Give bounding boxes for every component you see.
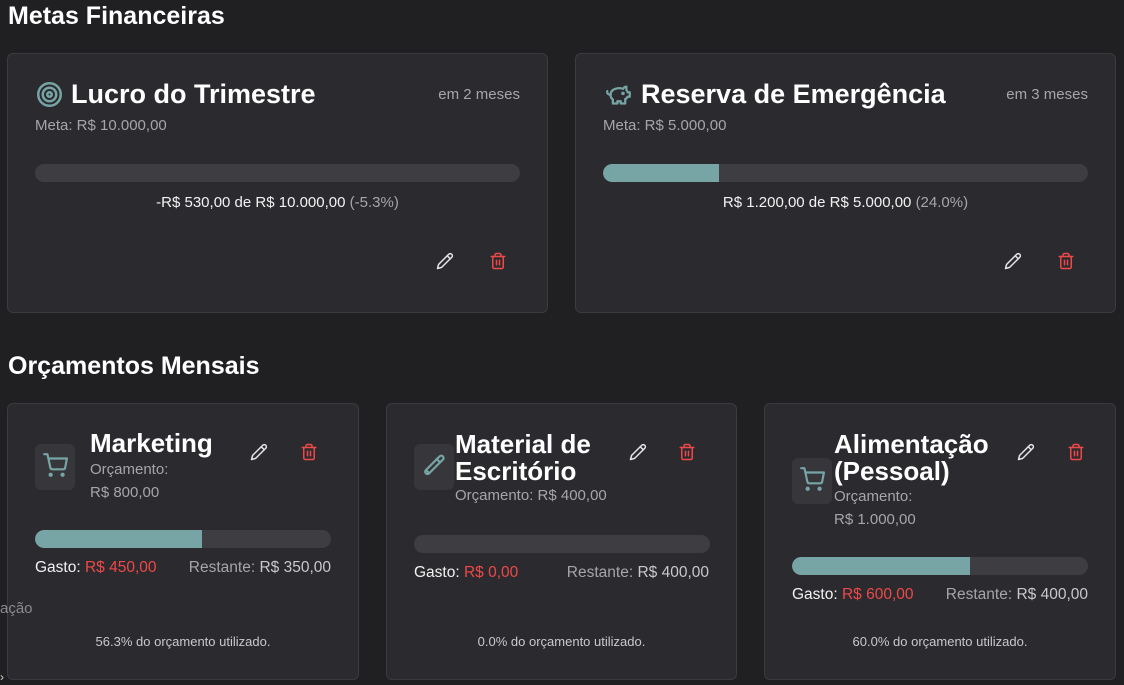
goals-section-title: Metas Financeiras	[8, 2, 225, 30]
edit-budget-button[interactable]	[247, 442, 271, 466]
goal-card-reserva: Reserva de Emergência em 3 meses Meta: R…	[575, 53, 1116, 313]
edit-goal-button[interactable]	[1001, 251, 1025, 275]
budget-amount: Orçamento: R$ 1.000,00	[834, 485, 916, 531]
budget-title: Marketing	[90, 430, 213, 457]
budget-title: Alimentação (Pessoal)	[834, 431, 989, 485]
budget-title-line: (Pessoal)	[834, 456, 950, 486]
goal-current-amount: -R$ 530,00 de R$ 10.000,00	[156, 194, 346, 211]
budget-amount-line: Orçamento:	[90, 461, 169, 478]
goal-due: em 2 meses	[438, 86, 520, 103]
budget-icon	[414, 444, 454, 490]
piggy-bank-icon	[604, 81, 633, 108]
goal-progress-bar	[35, 164, 520, 182]
goal-target: Meta: R$ 10.000,00	[35, 117, 167, 134]
pencil-icon	[436, 252, 454, 275]
budget-amount-line: Orçamento: R$ 400,00	[455, 487, 607, 504]
goal-due: em 3 meses	[1006, 86, 1088, 103]
budget-icon	[792, 458, 832, 504]
trash-icon	[489, 252, 507, 275]
budget-card-marketing: Marketing Orçamento: R$ 800,00 Gasto: R$…	[7, 403, 359, 680]
goal-title-row: Reserva de Emergência	[604, 79, 946, 110]
trash-icon	[678, 443, 696, 466]
budget-remaining: Restante: R$ 400,00	[567, 564, 709, 582]
spent-value: R$ 450,00	[84, 559, 157, 576]
trash-icon	[1057, 252, 1075, 275]
delete-budget-button[interactable]	[297, 442, 321, 466]
budget-title-line: Alimentação	[834, 429, 989, 459]
budget-amount-line: Orçamento:	[834, 488, 913, 505]
pencil-icon	[250, 443, 268, 466]
budget-card-material: Material de Escritório Orçamento: R$ 400…	[386, 403, 737, 680]
budget-title-line: Escritório	[455, 456, 577, 486]
budget-card-alimentacao: Alimentação (Pessoal) Orçamento: R$ 1.00…	[764, 403, 1116, 680]
budget-progress-fill	[792, 557, 970, 575]
spent-label: Gasto:	[414, 564, 460, 581]
remaining-value: R$ 400,00	[637, 564, 709, 581]
budgets-section-title: Orçamentos Mensais	[8, 352, 260, 380]
paintbrush-icon	[421, 452, 447, 483]
budget-icon	[35, 444, 75, 490]
remaining-label: Restante:	[945, 586, 1013, 603]
goal-current-amount: R$ 1.200,00 de R$ 5.000,00	[722, 194, 912, 211]
delete-budget-button[interactable]	[675, 442, 699, 466]
shopping-cart-icon	[799, 466, 825, 497]
delete-goal-button[interactable]	[486, 251, 510, 275]
trash-icon	[300, 443, 318, 466]
budget-remaining: Restante: R$ 400,00	[946, 586, 1088, 604]
goal-card-lucro: Lucro do Trimestre em 2 meses Meta: R$ 1…	[7, 53, 548, 313]
remaining-label: Restante:	[188, 559, 256, 576]
budget-title-line: Material de	[455, 429, 591, 459]
cursor-glyph: ›	[0, 670, 4, 684]
trash-icon	[1067, 443, 1085, 466]
goal-title: Lucro do Trimestre	[71, 79, 316, 109]
budget-spent: Gasto: R$ 450,00	[35, 559, 157, 577]
budget-used-note: 60.0% do orçamento utilizado.	[852, 634, 1028, 649]
goal-title-row: Lucro do Trimestre	[36, 79, 316, 110]
pencil-icon	[1017, 443, 1035, 466]
budget-progress-fill	[35, 530, 202, 548]
delete-goal-button[interactable]	[1054, 251, 1078, 275]
edit-goal-button[interactable]	[433, 251, 457, 275]
spent-value: R$ 600,00	[841, 586, 914, 603]
remaining-value: R$ 400,00	[1016, 586, 1088, 603]
goal-target: Meta: R$ 5.000,00	[603, 117, 727, 134]
pencil-icon	[629, 443, 647, 466]
goal-progress-text: -R$ 530,00 de R$ 10.000,00 (-5.3%)	[8, 194, 547, 211]
budget-remaining: Restante: R$ 350,00	[189, 559, 331, 577]
remaining-value: R$ 350,00	[259, 559, 331, 576]
budget-title-line: Marketing	[90, 428, 213, 458]
budget-title: Material de Escritório	[455, 431, 591, 485]
target-icon	[36, 81, 63, 108]
pencil-icon	[1004, 252, 1022, 275]
budget-amount: Orçamento: R$ 400,00	[455, 484, 607, 507]
edit-budget-button[interactable]	[1014, 442, 1038, 466]
budget-used-note: 0.0% do orçamento utilizado.	[477, 634, 646, 649]
goal-percent: (-5.3%)	[349, 194, 399, 211]
spent-value: R$ 0,00	[463, 564, 519, 581]
budget-amount-line: R$ 1.000,00	[834, 511, 916, 528]
budget-used-note: 56.3% do orçamento utilizado.	[95, 634, 271, 649]
remaining-label: Restante:	[566, 564, 634, 581]
partial-background-text: ação	[0, 600, 33, 617]
budget-amount: Orçamento: R$ 800,00	[90, 458, 168, 504]
delete-budget-button[interactable]	[1064, 442, 1088, 466]
edit-budget-button[interactable]	[626, 442, 650, 466]
budget-progress-bar	[792, 557, 1088, 575]
spent-label: Gasto:	[792, 586, 838, 603]
goal-progress-fill	[603, 164, 720, 182]
shopping-cart-icon	[42, 452, 68, 483]
budget-spent: Gasto: R$ 600,00	[792, 586, 914, 604]
budget-progress-bar	[414, 535, 710, 553]
budget-spent: Gasto: R$ 0,00	[414, 564, 518, 582]
budget-amount-line: R$ 800,00	[90, 484, 160, 501]
goal-title: Reserva de Emergência	[641, 79, 946, 109]
budget-progress-bar	[35, 530, 331, 548]
goal-progress-text: R$ 1.200,00 de R$ 5.000,00 (24.0%)	[576, 194, 1115, 211]
goal-progress-bar	[603, 164, 1088, 182]
spent-label: Gasto:	[35, 559, 81, 576]
goal-percent: (24.0%)	[915, 194, 969, 211]
